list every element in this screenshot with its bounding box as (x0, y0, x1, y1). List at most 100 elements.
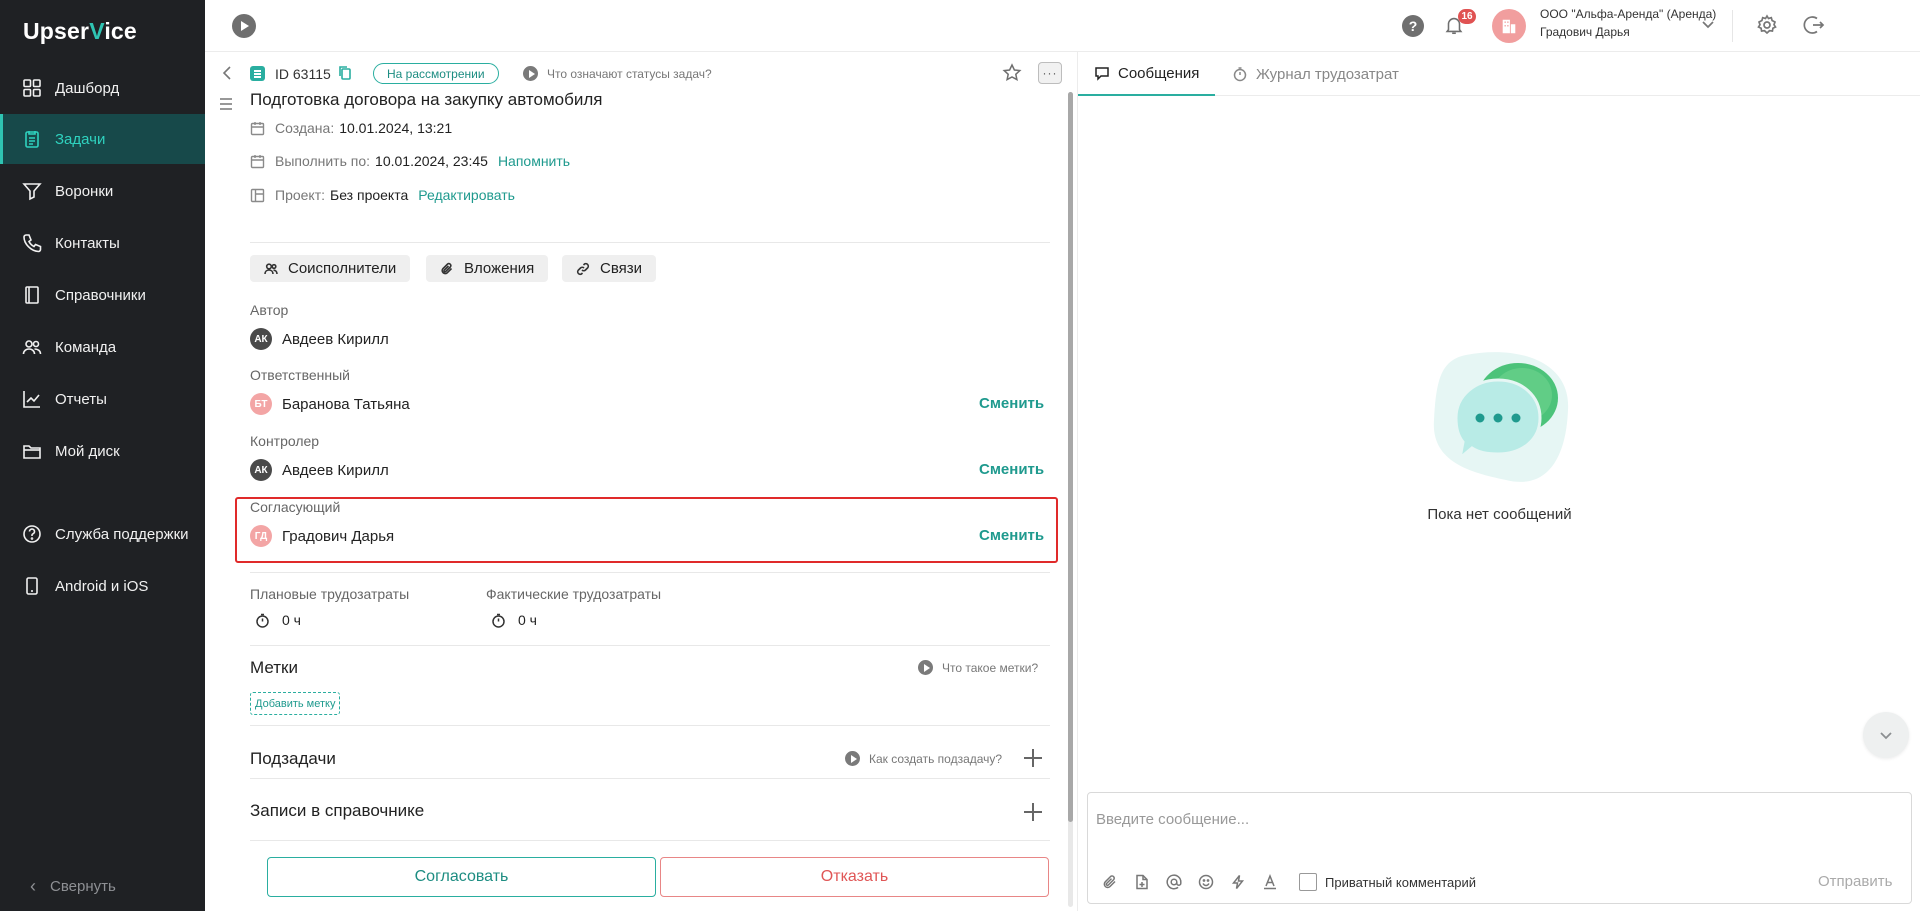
tab-timelog[interactable]: Журнал трудозатрат (1232, 52, 1399, 96)
message-input[interactable] (1096, 801, 1901, 837)
app-logo[interactable]: UpserVice (23, 18, 137, 45)
status-help-link[interactable]: Что означают статусы задач? (523, 66, 712, 81)
play-icon[interactable] (232, 14, 256, 38)
coexecutors-button[interactable]: Соисполнители (250, 255, 411, 282)
chart-icon (22, 389, 42, 409)
user-name[interactable]: Градович Дарья (1540, 25, 1630, 39)
mobile-icon (22, 576, 42, 596)
due-value[interactable]: 10.01.2024, 23:45 (375, 153, 488, 169)
add-subtask-button[interactable] (1023, 748, 1043, 768)
folder-icon (22, 441, 42, 461)
divider (250, 242, 1050, 243)
status-badge[interactable]: На рассмотрении (373, 63, 499, 84)
gear-icon[interactable] (1756, 14, 1778, 36)
star-icon[interactable] (1002, 63, 1022, 83)
divider (250, 725, 1050, 726)
sidebar: UpserVice Дашборд Задачи Воронки Контакт… (0, 0, 205, 911)
sidebar-item-dashboard[interactable]: Дашборд (0, 63, 205, 113)
links-button[interactable]: Связи (562, 255, 657, 282)
sidebar-item-contacts[interactable]: Контакты (0, 218, 205, 268)
menu-icon[interactable] (218, 96, 234, 112)
responsible-name: Баранова Татьяна (282, 395, 410, 413)
project-label: Проект: (275, 187, 326, 203)
sidebar-item-label: Дашборд (55, 79, 120, 97)
sidebar-item-support[interactable]: Служба поддержки (0, 509, 205, 559)
attach-icon[interactable] (1102, 874, 1120, 892)
copy-icon[interactable] (338, 65, 352, 81)
tags-help-link[interactable]: Что такое метки? (918, 660, 1038, 675)
task-title[interactable]: Подготовка договора на закупку автомобил… (250, 90, 602, 110)
company-name[interactable]: ООО "Альфа-Аренда" (Аренда) (1540, 7, 1716, 21)
private-comment-toggle[interactable]: Приватный комментарий (1299, 873, 1476, 891)
lightning-icon[interactable] (1230, 874, 1248, 892)
scroll-down-button[interactable] (1863, 712, 1909, 758)
controller-person[interactable]: АК Авдеев Кирилл (250, 459, 389, 481)
subtasks-title: Подзадачи (250, 749, 336, 768)
divider (250, 778, 1050, 779)
team-icon (22, 337, 42, 357)
dashboard-icon (22, 78, 42, 98)
link-icon (576, 262, 590, 275)
sidebar-item-funnels[interactable]: Воронки (0, 166, 205, 216)
planned-effort-value[interactable]: 0 ч (255, 612, 301, 628)
sidebar-item-label: Android и iOS (55, 577, 149, 595)
sidebar-collapse-button[interactable]: ‹ Свернуть (30, 871, 116, 901)
planned-effort-label: Плановые трудозатраты (250, 586, 410, 602)
topbar: ? 16 ООО "Альфа-Аренда" (Аренда) Градови… (205, 0, 1920, 52)
tab-messages[interactable]: Сообщения (1078, 52, 1216, 96)
add-record-button[interactable] (1023, 802, 1043, 822)
sidebar-item-references[interactable]: Справочники (0, 270, 205, 320)
add-tag-button[interactable]: Добавить метку (250, 692, 341, 715)
stopwatch-icon (256, 613, 269, 628)
play-icon (523, 66, 538, 81)
responsible-person[interactable]: БТ Баранова Татьяна (250, 393, 410, 415)
sidebar-item-mobile[interactable]: Android и iOS (0, 561, 205, 611)
private-comment-checkbox[interactable] (1299, 873, 1317, 891)
project-row: Проект: Без проекта Редактировать (250, 187, 515, 203)
scrollbar-thumb[interactable] (1068, 92, 1073, 822)
change-controller-button[interactable]: Сменить (979, 461, 1044, 478)
due-row: Выполнить по: 10.01.2024, 23:45 Напомнит… (250, 153, 570, 169)
company-avatar[interactable] (1492, 9, 1526, 43)
calendar-icon (250, 121, 265, 136)
sidebar-item-my-disk[interactable]: Мой диск (0, 426, 205, 476)
avatar: АК (250, 459, 272, 481)
actual-effort-value[interactable]: 0 ч (491, 612, 537, 628)
sidebar-item-label: Справочники (55, 286, 146, 304)
approve-button[interactable]: Согласовать (267, 857, 656, 897)
chevron-left-icon: ‹ (30, 875, 36, 896)
more-options-button[interactable]: ··· (1038, 62, 1062, 84)
records-title: Записи в справочнике (250, 801, 425, 820)
created-value: 10.01.2024, 13:21 (339, 120, 453, 136)
remind-link[interactable]: Напомнить (498, 153, 570, 169)
help-icon[interactable]: ? (1402, 15, 1424, 37)
divider (250, 572, 1050, 573)
task-panel: ID 63115 На рассмотрении Что означают ст… (205, 52, 1077, 911)
file-icon[interactable] (1134, 874, 1152, 892)
approver-person[interactable]: ГД Градович Дарья (250, 525, 394, 547)
help-circle-icon (22, 524, 42, 544)
attachments-button[interactable]: Вложения (426, 255, 549, 282)
text-format-icon[interactable] (1262, 873, 1280, 892)
divider (250, 840, 1050, 841)
play-icon (845, 751, 860, 766)
edit-project-link[interactable]: Редактировать (418, 187, 515, 203)
avatar: ГД (250, 525, 272, 547)
logout-icon[interactable] (1803, 14, 1825, 36)
change-responsible-button[interactable]: Сменить (979, 395, 1044, 412)
send-button[interactable]: Отправить (1818, 873, 1892, 890)
tags-title: Метки (250, 658, 298, 677)
chevron-down-icon[interactable] (1701, 17, 1715, 31)
change-approver-button[interactable]: Сменить (979, 527, 1044, 544)
sidebar-item-label: Воронки (55, 182, 114, 200)
decline-button[interactable]: Отказать (660, 857, 1049, 897)
sidebar-item-team[interactable]: Команда (0, 322, 205, 372)
mention-icon[interactable] (1166, 874, 1184, 892)
sidebar-item-tasks[interactable]: Задачи (0, 114, 205, 164)
sidebar-item-reports[interactable]: Отчеты (0, 374, 205, 424)
emoji-icon[interactable] (1198, 874, 1216, 892)
actual-effort-label: Фактические трудозатраты (486, 586, 662, 602)
author-person[interactable]: АК Авдеев Кирилл (250, 328, 389, 350)
subtasks-help-link[interactable]: Как создать подзадачу? (845, 751, 1002, 766)
back-arrow-icon[interactable] (220, 65, 234, 81)
